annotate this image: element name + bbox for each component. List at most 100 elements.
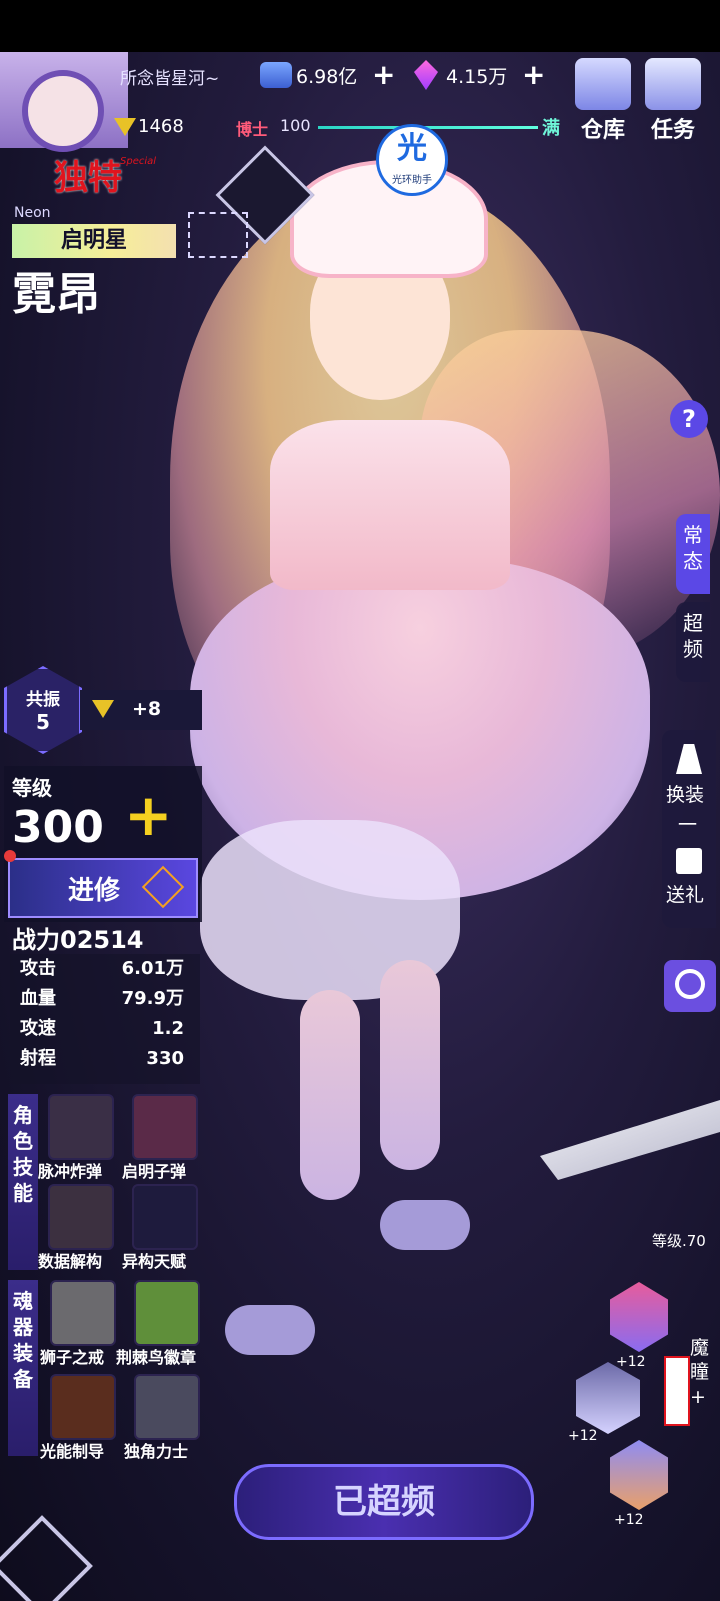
demon-eye-plus[interactable]: +: [690, 1386, 706, 1408]
gear-slot-middle[interactable]: [576, 1362, 640, 1434]
skill-item[interactable]: [48, 1094, 114, 1160]
unicorn-titan-icon: [134, 1374, 200, 1440]
outfit-icon: [676, 744, 702, 774]
assistant-button[interactable]: 光 光环助手: [376, 124, 448, 196]
equipment-item[interactable]: [50, 1280, 116, 1346]
character-leg-right: [380, 960, 440, 1170]
crystal-add-button[interactable]: +: [522, 61, 545, 89]
equipment-item[interactable]: [134, 1280, 200, 1346]
gear-plus-mid: +12: [568, 1428, 598, 1444]
equipment-item[interactable]: [50, 1374, 116, 1440]
gift-icon: [676, 848, 702, 874]
player-name: 所念皆星河~: [120, 69, 220, 89]
game-screen: 所念皆星河~ 6.98亿 + 4.15万 + 仓库 任务 1468 博士 100…: [0, 0, 720, 1601]
skill-item[interactable]: [48, 1184, 114, 1250]
stat-row-attack: 攻击 6.01万: [20, 954, 184, 984]
player-avatar[interactable]: [0, 52, 128, 152]
skills-grid: 脉冲炸弹 启明子弹 数据解构 异构天赋: [38, 1094, 200, 1271]
series-badge[interactable]: 启明星: [12, 224, 176, 258]
resonance-bonus: +8: [80, 690, 202, 730]
heterogeneous-talent-icon: [132, 1184, 198, 1250]
stat-value: 79.9万: [121, 988, 184, 1009]
warehouse-button[interactable]: 仓库: [572, 58, 634, 143]
pulse-bomb-icon: [48, 1094, 114, 1160]
equipment-item[interactable]: [134, 1374, 200, 1440]
crystal-icon: [414, 60, 438, 90]
help-button[interactable]: ?: [670, 400, 708, 438]
stat-value: 1.2: [152, 1018, 184, 1039]
character-shoe-right: [380, 1200, 470, 1250]
equipment-label: 光能制导: [40, 1442, 105, 1461]
skills-section-label: 角色技能: [8, 1094, 38, 1270]
status-bar: [0, 0, 720, 52]
equipment-section-label: 魂器装备: [8, 1280, 38, 1456]
weapon-scan-icon[interactable]: [188, 212, 248, 258]
rarity-sub: Special: [120, 156, 157, 167]
dawn-bullet-icon: [132, 1094, 198, 1160]
power-value: 02514: [60, 926, 144, 954]
warehouse-icon: [575, 58, 631, 110]
equipment-label: 荆棘鸟徽章: [116, 1348, 197, 1367]
power-label: 战力: [12, 926, 60, 954]
character-bodice: [270, 420, 510, 590]
stat-value: 330: [146, 1048, 184, 1069]
assistant-glyph: 光: [397, 131, 427, 166]
stats-panel: 攻击 6.01万 血量 79.9万 攻速 1.2 射程 330: [10, 954, 200, 1084]
gear-slot-bottom[interactable]: [610, 1440, 668, 1510]
level-value: 300: [12, 802, 104, 853]
demon-eye-label[interactable]: 魔瞳: [690, 1336, 714, 1384]
skill-label: 异构天赋: [122, 1252, 187, 1271]
stat-label: 攻击: [20, 958, 56, 979]
credits-add-button[interactable]: +: [372, 61, 395, 89]
stat-row-speed: 攻速 1.2: [20, 1014, 184, 1044]
skill-item[interactable]: [132, 1184, 198, 1250]
weapon-image[interactable]: [540, 1100, 720, 1180]
skill-item[interactable]: [132, 1094, 198, 1160]
mode-normal-tab[interactable]: 常态: [676, 514, 710, 594]
level-up-button[interactable]: +: [124, 786, 173, 844]
divider-dash: 一: [678, 814, 698, 836]
mode-normal-label: 常态: [683, 523, 703, 573]
advance-label: 进修: [68, 876, 121, 906]
character-name: 霓昂: [12, 269, 100, 320]
gear-plus-bot: +12: [614, 1512, 644, 1528]
demon-eye-icon: [664, 1356, 690, 1426]
stat-row-range: 射程 330: [20, 1044, 184, 1074]
stat-value: 6.01万: [121, 958, 184, 979]
stat-label: 射程: [20, 1048, 56, 1069]
skill-label: 启明子弹: [122, 1162, 187, 1181]
back-button[interactable]: [0, 1515, 93, 1601]
gift-button[interactable]: 送礼: [666, 880, 704, 907]
advance-star-icon: [141, 865, 185, 909]
crystal-value: 4.15万: [446, 66, 508, 88]
red-dot-icon: [4, 850, 16, 862]
overclocked-button[interactable]: 已超频: [234, 1464, 534, 1540]
quest-button[interactable]: 任务: [642, 58, 704, 143]
outfit-button[interactable]: 换装: [666, 780, 704, 807]
level-panel: 等级 300 + 进修: [4, 766, 202, 922]
title-level: 100: [280, 116, 311, 135]
search-button[interactable]: [664, 960, 716, 1012]
character-en-name: Neon: [14, 205, 51, 221]
overclocked-label: 已超频: [333, 1482, 435, 1522]
advance-button[interactable]: 进修: [8, 858, 198, 918]
warehouse-label: 仓库: [580, 118, 625, 143]
resonance-badge[interactable]: 共振 5: [4, 666, 82, 754]
quest-label: 任务: [650, 118, 695, 143]
quest-icon: [645, 58, 701, 110]
title-label: 博士: [236, 120, 269, 139]
rarity-label: 独特: [54, 158, 122, 198]
mode-overclock-tab[interactable]: 超频: [676, 602, 710, 682]
stat-row-hp: 血量 79.9万: [20, 984, 184, 1014]
data-deconstruct-icon: [48, 1184, 114, 1250]
mode-overclock-label: 超频: [683, 611, 703, 661]
level-label: 等级: [12, 776, 52, 800]
stat-label: 攻速: [20, 1018, 56, 1039]
title-full: 满: [542, 118, 560, 139]
weapon-level: 等级.70: [652, 1232, 706, 1250]
side-actions-panel: 换装 一 送礼: [662, 730, 716, 928]
rank-bonus-icon: [92, 700, 114, 718]
resonance-label: 共振: [26, 690, 60, 710]
credits-icon: [260, 62, 292, 88]
gear-slot-top[interactable]: [610, 1282, 668, 1352]
